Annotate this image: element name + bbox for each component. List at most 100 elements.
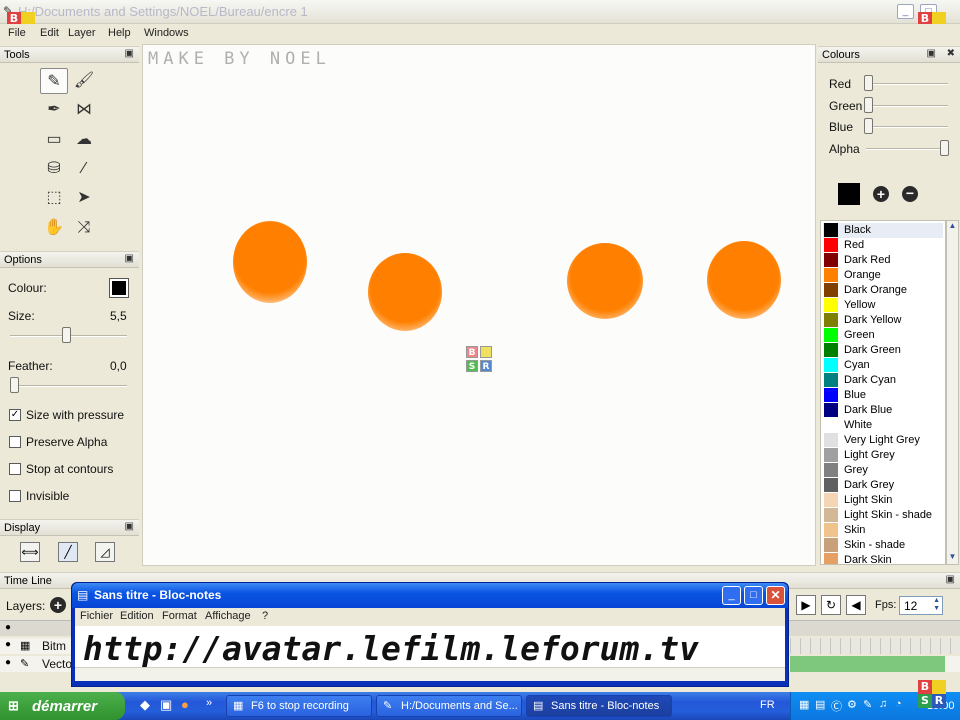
horizontal-scrollbar[interactable] xyxy=(75,667,785,681)
swatch-item[interactable]: Dark Orange xyxy=(823,283,943,298)
blue-slider-thumb[interactable] xyxy=(864,118,873,134)
menu-windows[interactable]: Windows xyxy=(144,27,189,39)
eyedropper-tool-icon[interactable]: ⁄ xyxy=(70,156,98,182)
tray-icon[interactable]: ▤ xyxy=(815,698,825,711)
language-indicator[interactable]: FR xyxy=(760,699,775,711)
quicklaunch-icon[interactable]: ▣ xyxy=(160,697,172,713)
sound-icon[interactable]: ◀ xyxy=(846,595,866,615)
loop-icon[interactable]: ↻ xyxy=(821,595,841,615)
visibility-dot-icon[interactable]: ● xyxy=(5,657,11,668)
close-icon[interactable]: ✖ xyxy=(947,48,955,59)
alpha-slider-track[interactable] xyxy=(866,148,948,150)
menu-help[interactable]: Help xyxy=(108,27,131,39)
colour-swatch-button[interactable] xyxy=(109,278,129,298)
swatch-item[interactable]: Light Skin - shade xyxy=(823,508,943,523)
dock-icon[interactable]: ▣ xyxy=(946,574,955,585)
menu-fichier[interactable]: Fichier xyxy=(80,610,113,622)
drawing-canvas[interactable]: MAKE BY NOEL B S R xyxy=(142,44,816,566)
scroll-up-icon[interactable]: ▲ xyxy=(947,221,958,233)
maximize-button[interactable]: □ xyxy=(744,586,763,605)
swatch-item[interactable]: White xyxy=(823,418,943,433)
swatch-item[interactable]: Light Skin xyxy=(823,493,943,508)
green-slider-track[interactable] xyxy=(866,105,948,107)
alpha-slider-thumb[interactable] xyxy=(940,140,949,156)
fps-spinbox[interactable]: 12 ▲ ▼ xyxy=(899,596,943,615)
play-icon[interactable]: ▶ xyxy=(796,595,816,615)
swatch-item[interactable]: Cyan xyxy=(823,358,943,373)
tray-icon[interactable]: ▦ xyxy=(799,698,809,711)
thin-lines-icon[interactable]: ╱ xyxy=(58,542,78,562)
chevron-icon[interactable]: » xyxy=(206,697,212,709)
remove-colour-icon[interactable]: − xyxy=(902,186,918,202)
preserve-alpha-checkbox[interactable] xyxy=(9,436,21,448)
brush-tool-icon[interactable]: 🖌 xyxy=(70,68,98,94)
dock-icon[interactable]: ▣ xyxy=(125,48,134,59)
quicklaunch-icon[interactable]: ◆ xyxy=(140,697,150,713)
swatch-item[interactable]: Grey xyxy=(823,463,943,478)
pencil-tool-icon[interactable]: ✎ xyxy=(40,68,68,94)
swatch-item[interactable]: Orange xyxy=(823,268,943,283)
add-colour-icon[interactable]: + xyxy=(873,186,889,202)
red-slider-thumb[interactable] xyxy=(864,75,873,91)
start-button[interactable]: ⊞ démarrer xyxy=(0,692,125,720)
swatch-item[interactable]: Dark Cyan xyxy=(823,373,943,388)
green-slider-thumb[interactable] xyxy=(864,97,873,113)
swatch-item[interactable]: Light Grey xyxy=(823,448,943,463)
swatch-item[interactable]: Yellow xyxy=(823,298,943,313)
minimize-button[interactable]: _ xyxy=(722,586,741,605)
scroll-down-icon[interactable]: ▼ xyxy=(947,552,958,564)
spin-arrows-icon[interactable]: ▲ ▼ xyxy=(933,597,940,613)
tray-icon[interactable]: ✎ xyxy=(863,698,872,711)
frames-track[interactable] xyxy=(790,638,960,654)
select-tool-icon[interactable]: ⬚ xyxy=(40,185,68,211)
swatch-item[interactable]: Dark Yellow xyxy=(823,313,943,328)
swatch-item[interactable]: Dark Grey xyxy=(823,478,943,493)
notepad-text-area[interactable]: http://avatar.lefilm.leforum.tv xyxy=(75,626,785,681)
swatch-item[interactable]: Green xyxy=(823,328,943,343)
eraser-tool-icon[interactable]: ▭ xyxy=(40,127,68,153)
swatch-item[interactable]: Very Light Grey xyxy=(823,433,943,448)
stop-at-contours-checkbox[interactable] xyxy=(9,463,21,475)
size-slider-thumb[interactable] xyxy=(62,327,71,343)
feather-slider-track[interactable] xyxy=(10,385,127,387)
menu-affichage[interactable]: Affichage xyxy=(205,610,251,622)
invisible-checkbox[interactable] xyxy=(9,490,21,502)
frames-track-vector[interactable] xyxy=(790,656,945,672)
swatch-item[interactable]: Blue xyxy=(823,388,943,403)
swatch-item[interactable]: Dark Green xyxy=(823,343,943,358)
polyline-tool-icon[interactable]: ⋈ xyxy=(70,97,98,123)
minimize-button[interactable]: _ xyxy=(897,4,914,19)
size-with-pressure-checkbox[interactable]: ✓ xyxy=(9,409,21,421)
swatch-scrollbar[interactable]: ▲ ▼ xyxy=(946,220,959,565)
menu-file[interactable]: File xyxy=(8,27,26,39)
feather-slider-thumb[interactable] xyxy=(10,377,19,393)
tray-icon[interactable]: ◔ xyxy=(895,698,902,710)
task-notepad[interactable]: ▤ Sans titre - Bloc-notes xyxy=(526,695,672,717)
task-pencil-app[interactable]: ✎ H:/Documents and Se... xyxy=(376,695,522,717)
add-layer-icon[interactable]: + xyxy=(50,597,66,613)
firefox-icon[interactable]: ● xyxy=(181,697,189,712)
menu-layer[interactable]: Layer xyxy=(68,27,96,39)
tray-icon[interactable]: ♫ xyxy=(879,698,887,710)
dock-icon[interactable]: ▣ xyxy=(125,253,134,264)
bucket-tool-icon[interactable]: ⛁ xyxy=(40,156,68,182)
tray-icon[interactable]: ⚙ xyxy=(847,698,857,711)
tray-icon[interactable]: Ⓒ xyxy=(831,698,842,714)
outlines-icon[interactable]: ◿ xyxy=(95,542,115,562)
move-tool-icon[interactable]: ➤ xyxy=(70,185,98,211)
close-button[interactable]: ✕ xyxy=(766,586,785,605)
menu-edit[interactable]: Edit xyxy=(40,27,59,39)
visibility-dot-icon[interactable]: ● xyxy=(5,639,11,650)
red-slider-track[interactable] xyxy=(866,83,948,85)
swatch-item[interactable]: Black xyxy=(823,223,943,238)
mirror-tool-icon[interactable]: ⤨ xyxy=(70,215,98,241)
menu-edition[interactable]: Edition xyxy=(120,610,154,622)
menu-help[interactable]: ? xyxy=(262,610,268,622)
swatch-item[interactable]: Skin - shade xyxy=(823,538,943,553)
hand-tool-icon[interactable]: ✋ xyxy=(40,215,68,241)
visibility-dot-icon[interactable]: ● xyxy=(5,622,11,633)
swatch-item[interactable]: Skin xyxy=(823,523,943,538)
swatch-item[interactable]: Dark Skin xyxy=(823,553,943,564)
flip-horizontal-icon[interactable]: ⟺ xyxy=(20,542,40,562)
swatch-item[interactable]: Dark Red xyxy=(823,253,943,268)
